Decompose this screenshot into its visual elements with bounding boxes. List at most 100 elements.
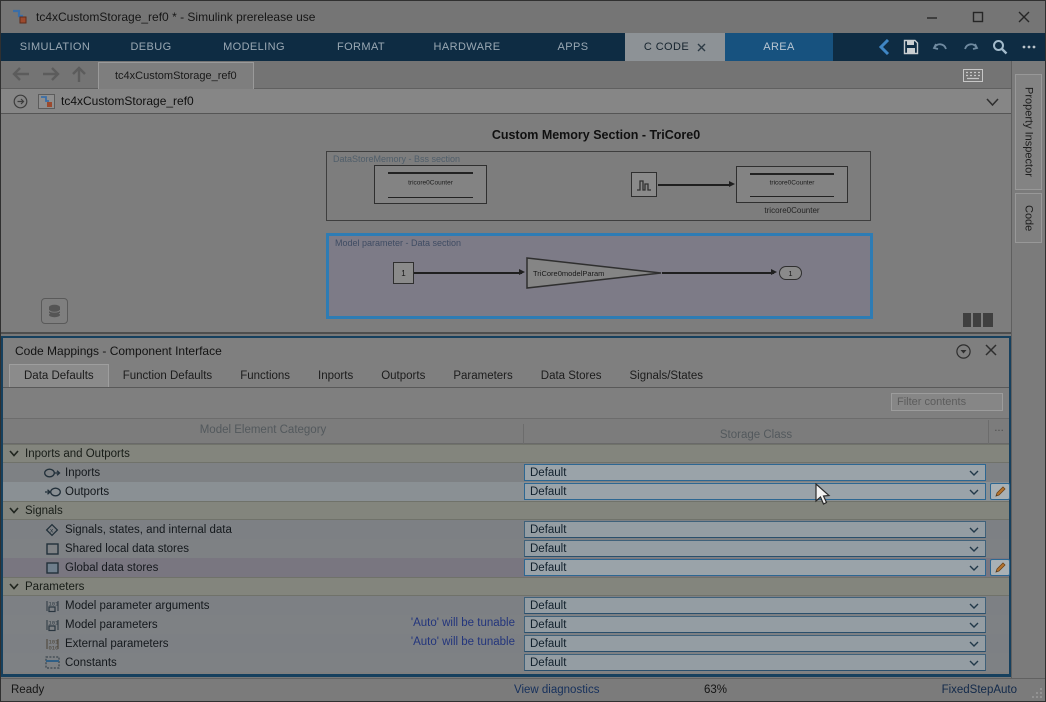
panel-close-icon[interactable] [985,344,997,356]
tab-function-defaults[interactable]: Function Defaults [109,364,227,387]
chevron-down-icon[interactable] [986,98,999,106]
tab-hardware[interactable]: HARDWARE [413,33,521,61]
table-row-signals-states-internal[interactable]: x Signals, states, and internal data Def… [3,520,1009,539]
status-text: Ready [11,684,44,696]
storage-class-dropdown-model-parameters[interactable]: Default [524,616,986,633]
tab-data-defaults[interactable]: Data Defaults [9,364,109,387]
table-row-inports[interactable]: Inports Default [3,463,1009,482]
storage-class-dropdown-global-stores[interactable]: Default [524,559,986,576]
chevron-down-icon [969,641,979,647]
mapping-table: Inports and Outports Inports Default [3,444,1009,672]
panel-menu-icon[interactable] [956,344,971,359]
data-dictionary-badge[interactable] [41,298,68,324]
model-icon [38,94,55,109]
model-breadcrumb-bar: tc4xCustomStorage_ref0 [1,89,1011,114]
data-store-memory-block[interactable]: tricore0Counter [374,165,487,204]
table-row-constants[interactable]: Constants Default [3,653,1009,672]
edit-storage-class-button[interactable] [990,483,1010,500]
arrow-head [771,269,777,275]
area-label: DataStoreMemory - Bss section [333,154,460,164]
more-options-icon[interactable] [1021,40,1037,54]
storage-class-dropdown-external-parameters[interactable]: Default [524,635,986,652]
svg-text:TriCore0modelParam: TriCore0modelParam [533,269,604,278]
storage-class-dropdown-inports[interactable]: Default [524,464,986,481]
table-row-model-parameter-arguments[interactable]: 101 Model parameter arguments Default [3,596,1009,615]
tab-code[interactable]: Code [1015,193,1042,243]
filter-contents-input[interactable] [891,393,1003,411]
edit-storage-class-button[interactable] [990,559,1010,576]
minimize-button[interactable] [909,1,955,33]
chevron-down-icon [969,470,979,476]
maximize-button[interactable] [955,1,1001,33]
group-row-signals[interactable]: Signals [3,501,1009,520]
table-row-global-data-stores[interactable]: Global data stores Default [3,558,1009,577]
simulink-logo-icon [11,9,28,25]
parameter-icon: 101 [45,618,60,632]
tab-c-code[interactable]: C CODE [625,33,725,61]
storage-class-dropdown-outports[interactable]: Default [524,483,986,500]
tab-property-inspector[interactable]: Property Inspector [1015,74,1042,190]
tab-modeling[interactable]: MODELING [199,33,309,61]
storage-class-dropdown-model-param-args[interactable]: Default [524,597,986,614]
column-more-button[interactable]: ... [988,420,1009,445]
chevron-down-icon[interactable] [9,507,19,514]
navigation-bar: tc4xCustomStorage_ref0 [1,61,1011,89]
tab-data-stores[interactable]: Data Stores [527,364,616,387]
tab-inports[interactable]: Inports [304,364,367,387]
up-icon[interactable] [71,66,87,83]
title-bar: tc4xCustomStorage_ref0 * - Simulink prer… [1,1,1046,33]
view-diagnostics-link[interactable]: View diagnostics [514,684,599,696]
collapse-left-icon[interactable] [878,39,890,55]
document-tab[interactable]: tc4xCustomStorage_ref0 [98,62,254,89]
gain-block[interactable]: TriCore0modelParam [526,257,663,290]
chevron-down-icon[interactable] [9,450,19,457]
tab-parameters[interactable]: Parameters [439,364,526,387]
table-row-external-parameters[interactable]: 101 010 External parameters 'Auto' will … [3,634,1009,653]
tab-outports[interactable]: Outports [367,364,439,387]
undo-icon[interactable] [932,40,949,55]
tab-area[interactable]: AREA [725,33,833,61]
save-icon[interactable] [903,39,919,55]
close-tab-icon[interactable] [697,43,706,52]
inport-block[interactable]: 1 [393,262,414,284]
table-row-outports[interactable]: Outports Default [3,482,1009,501]
signal-source-block[interactable] [631,172,657,197]
pencil-icon [994,485,1007,498]
redo-icon[interactable] [962,40,979,55]
chevron-down-icon[interactable] [9,583,19,590]
tab-format[interactable]: FORMAT [309,33,413,61]
tab-simulation[interactable]: SIMULATION [7,33,103,61]
solver-name[interactable]: FixedStepAuto [942,684,1017,696]
signal-wire [414,272,522,274]
chevron-down-icon [969,622,979,628]
panel-header: Code Mappings - Component Interface [3,338,1009,364]
table-row-model-parameters[interactable]: 101 Model parameters 'Auto' will be tuna… [3,615,1009,634]
back-icon[interactable] [11,66,31,82]
tab-signals-states[interactable]: Signals/States [616,364,718,387]
tab-functions[interactable]: Functions [226,364,304,387]
storage-class-dropdown-shared-stores[interactable]: Default [524,540,986,557]
search-icon[interactable] [992,39,1008,55]
storage-class-dropdown-signals[interactable]: Default [524,521,986,538]
close-button[interactable] [1001,1,1046,33]
group-row-parameters[interactable]: Parameters [3,577,1009,596]
table-row-shared-local-data-stores[interactable]: Shared local data stores Default [3,539,1009,558]
outport-block[interactable]: 1 [779,266,802,280]
tab-debug[interactable]: DEBUG [103,33,199,61]
data-store-write-block[interactable]: tricore0Counter [736,166,848,203]
resize-grip-icon[interactable] [1031,687,1043,699]
group-row-inports-and-outports[interactable]: Inports and Outports [3,444,1009,463]
storage-class-dropdown-constants[interactable]: Default [524,654,986,671]
forward-icon[interactable] [41,66,61,82]
chevron-down-icon [969,489,979,495]
pane-layout-widget[interactable] [963,313,993,327]
hub-icon[interactable] [13,94,28,109]
shared-store-icon [46,543,59,555]
tab-apps[interactable]: APPS [521,33,625,61]
column-model-element-category[interactable]: Model Element Category [3,424,523,436]
panel-tab-bar: Data Defaults Function Defaults Function… [3,364,1009,388]
tunable-note: 'Auto' will be tunable [411,617,515,629]
constant-icon [45,656,60,669]
keyboard-icon[interactable] [963,69,983,82]
canvas-title: Custom Memory Section - TriCore0 [321,128,871,142]
